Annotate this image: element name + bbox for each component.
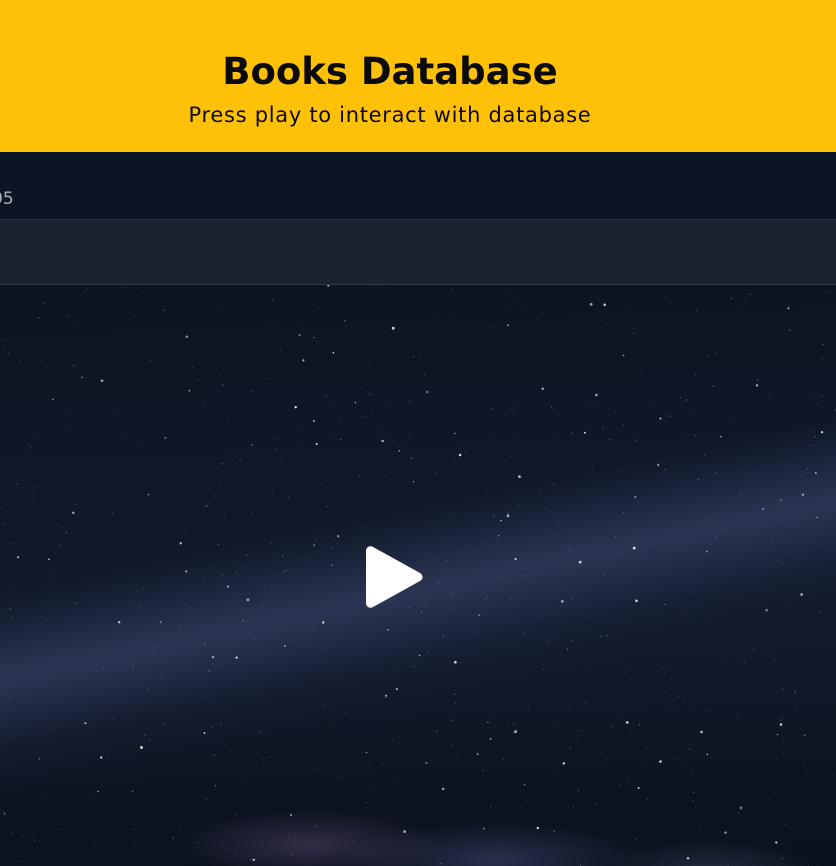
page-subtitle: Press play to interact with database: [188, 103, 592, 127]
play-button[interactable]: [365, 544, 423, 610]
database-status-bar: 05: [0, 152, 836, 220]
database-query-bar: [0, 220, 836, 285]
database-status-text: 05: [0, 189, 14, 209]
page-title: Books Database: [222, 49, 558, 93]
page-header: Books Database Press play to interact wi…: [0, 0, 836, 152]
books-database-page: Books Database Press play to interact wi…: [0, 0, 836, 866]
play-icon: [366, 546, 423, 608]
